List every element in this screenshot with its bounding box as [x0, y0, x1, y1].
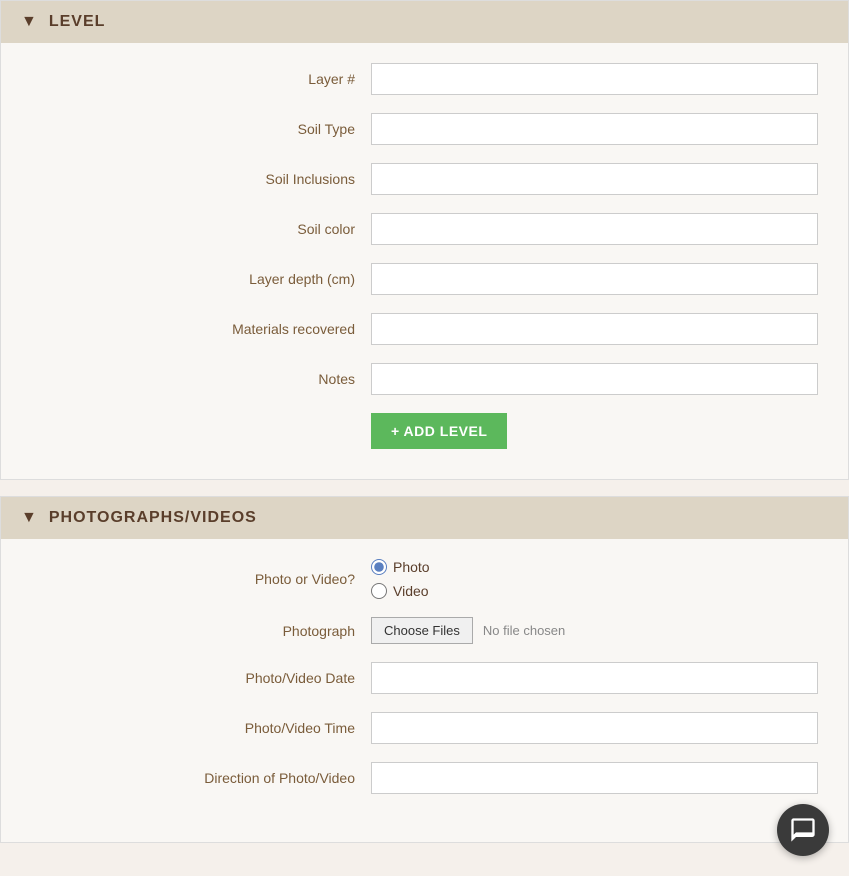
materials-recovered-input[interactable] — [371, 313, 818, 345]
level-chevron-icon: ▼ — [21, 13, 37, 31]
photo-time-input[interactable] — [371, 712, 818, 744]
photo-video-options: Photo Video — [371, 559, 430, 599]
level-section: ▼ LEVEL Layer # Soil Type Soil Inclusion… — [0, 0, 849, 480]
photo-video-label: Photo or Video? — [31, 571, 371, 587]
video-radio-label[interactable]: Video — [371, 583, 430, 599]
choose-files-button[interactable]: Choose Files — [371, 617, 473, 644]
direction-input[interactable] — [371, 762, 818, 794]
photos-chevron-icon: ▼ — [21, 509, 37, 527]
direction-row: Direction of Photo/Video — [31, 762, 818, 794]
photo-time-row: Photo/Video Time — [31, 712, 818, 744]
soil-type-input[interactable] — [371, 113, 818, 145]
materials-recovered-row: Materials recovered — [31, 313, 818, 345]
add-level-button[interactable]: + ADD LEVEL — [371, 413, 507, 449]
soil-inclusions-row: Soil Inclusions — [31, 163, 818, 195]
video-option-text: Video — [393, 583, 429, 599]
layer-depth-row: Layer depth (cm) — [31, 263, 818, 295]
soil-color-label: Soil color — [31, 221, 371, 237]
photograph-row: Photograph Choose Files No file chosen — [31, 617, 818, 644]
notes-row: Notes — [31, 363, 818, 395]
photo-radio-label[interactable]: Photo — [371, 559, 430, 575]
direction-label: Direction of Photo/Video — [31, 770, 371, 786]
photo-option-text: Photo — [393, 559, 430, 575]
photos-section: ▼ PHOTOGRAPHS/VIDEOS Photo or Video? Pho… — [0, 496, 849, 843]
layer-depth-label: Layer depth (cm) — [31, 271, 371, 287]
notes-input[interactable] — [371, 363, 818, 395]
photos-section-title: PHOTOGRAPHS/VIDEOS — [49, 509, 257, 527]
soil-color-row: Soil color — [31, 213, 818, 245]
layer-number-input[interactable] — [371, 63, 818, 95]
photo-date-input[interactable] — [371, 662, 818, 694]
soil-type-row: Soil Type — [31, 113, 818, 145]
soil-type-label: Soil Type — [31, 121, 371, 137]
soil-color-input[interactable] — [371, 213, 818, 245]
photo-date-label: Photo/Video Date — [31, 670, 371, 686]
no-file-text: No file chosen — [483, 623, 565, 638]
add-level-button-row: + ADD LEVEL — [371, 413, 818, 449]
soil-inclusions-label: Soil Inclusions — [31, 171, 371, 187]
soil-inclusions-input[interactable] — [371, 163, 818, 195]
photograph-label: Photograph — [31, 623, 371, 639]
file-input-wrapper: Choose Files No file chosen — [371, 617, 565, 644]
level-section-body: Layer # Soil Type Soil Inclusions Soil c… — [1, 43, 848, 479]
photo-video-row: Photo or Video? Photo Video — [31, 559, 818, 599]
photos-section-body: Photo or Video? Photo Video Photograph C… — [1, 539, 848, 842]
layer-depth-input[interactable] — [371, 263, 818, 295]
photo-time-label: Photo/Video Time — [31, 720, 371, 736]
notes-label: Notes — [31, 371, 371, 387]
layer-number-row: Layer # — [31, 63, 818, 95]
layer-number-label: Layer # — [31, 71, 371, 87]
video-radio[interactable] — [371, 583, 387, 599]
chat-icon — [789, 816, 817, 844]
photo-date-row: Photo/Video Date — [31, 662, 818, 694]
level-section-header[interactable]: ▼ LEVEL — [1, 1, 848, 43]
photos-section-header[interactable]: ▼ PHOTOGRAPHS/VIDEOS — [1, 497, 848, 539]
chat-bubble-button[interactable] — [777, 804, 829, 856]
materials-recovered-label: Materials recovered — [31, 321, 371, 337]
level-section-title: LEVEL — [49, 13, 106, 31]
photo-radio[interactable] — [371, 559, 387, 575]
